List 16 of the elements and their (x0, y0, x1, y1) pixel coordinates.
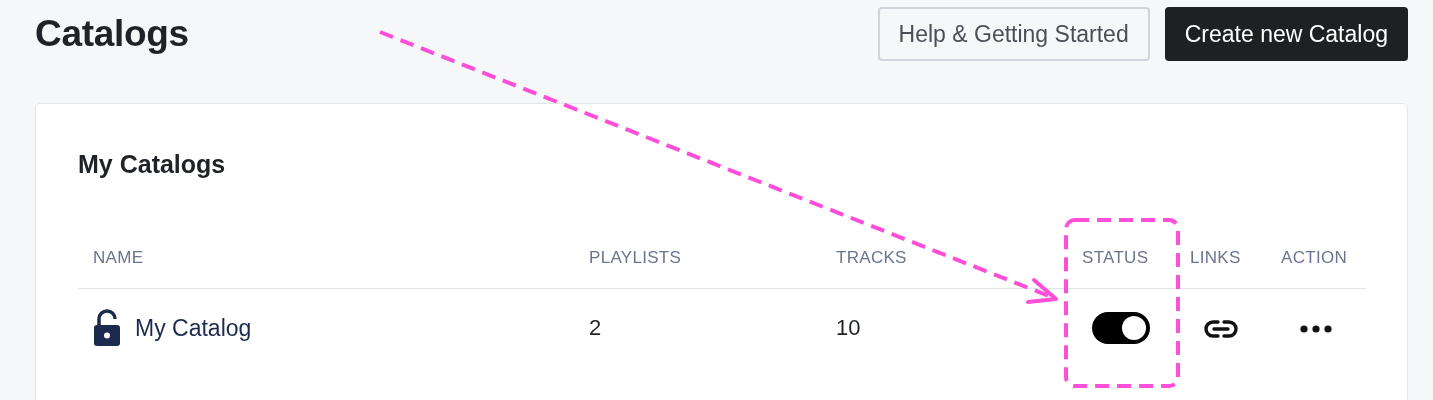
link-icon[interactable] (1203, 320, 1238, 339)
column-header: PLAYLISTS (589, 248, 682, 267)
column-header: TRACKS (836, 248, 907, 267)
card-title: My Catalogs (78, 150, 227, 179)
column-header: STATUS (1082, 248, 1149, 267)
page-title: Catalogs (35, 13, 189, 55)
status-toggle[interactable] (1092, 312, 1150, 344)
create-button[interactable]: Create new Catalog (1164, 7, 1408, 61)
catalog-link[interactable]: My Catalog (135, 314, 252, 342)
column-header: LINKS (1190, 248, 1241, 267)
column-header: ACTION (1281, 248, 1348, 267)
table-cell: 2 (589, 315, 602, 340)
column-header: NAME (93, 248, 144, 267)
help-button[interactable]: Help & Getting Started (877, 7, 1150, 61)
table-cell: 10 (836, 315, 861, 340)
more-icon[interactable] (1300, 325, 1332, 334)
